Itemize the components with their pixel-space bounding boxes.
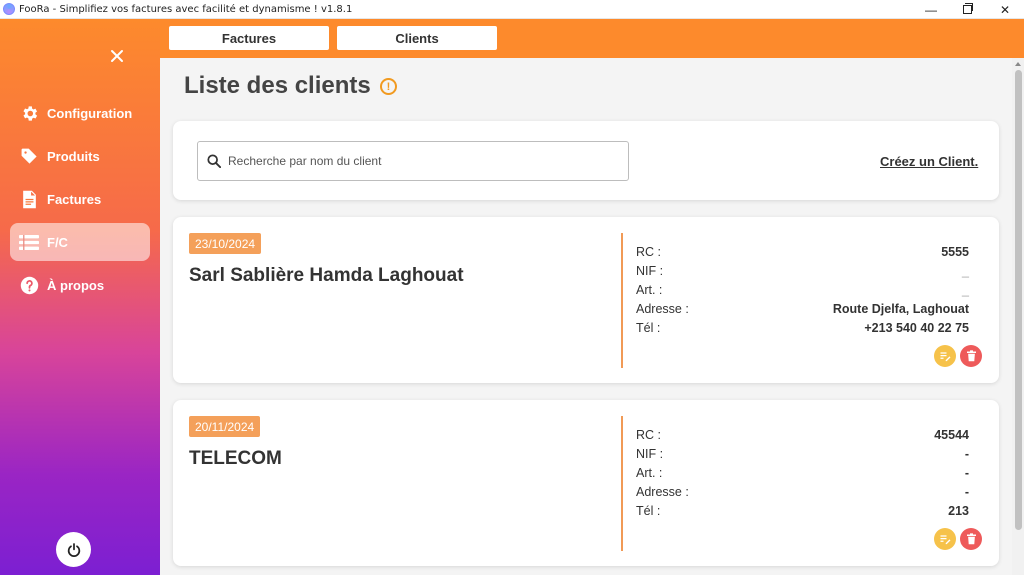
detail-value: 5555	[941, 244, 969, 259]
detail-value: -	[964, 465, 969, 480]
divider	[621, 416, 623, 551]
search-card: Créez un Client.	[173, 121, 999, 200]
detail-value: -	[964, 484, 969, 499]
detail-value: +213 540 40 22 75	[864, 320, 969, 335]
edit-client-button[interactable]	[934, 345, 956, 367]
sidebar-item-configuration[interactable]: Configuration	[10, 94, 150, 132]
sidebar: Configuration Produits Factures F/C À pr…	[0, 19, 160, 575]
minimize-icon: —	[925, 2, 937, 17]
detail-value: -	[964, 446, 969, 461]
minimize-button[interactable]: —	[912, 0, 950, 19]
detail-row-nif: NIF : -	[636, 444, 969, 463]
detail-row-adresse: Adresse : -	[636, 482, 969, 501]
detail-label: Tél :	[636, 503, 661, 518]
sidebar-item-produits[interactable]: Produits	[10, 137, 150, 175]
info-icon[interactable]: !	[380, 78, 397, 95]
power-icon	[67, 542, 80, 557]
client-card: 23/10/2024 Sarl Sablière Hamda Laghouat …	[173, 217, 999, 383]
search-icon	[207, 153, 223, 169]
sidebar-item-label: F/C	[47, 234, 68, 250]
trash-icon	[966, 350, 976, 362]
window-title: FooRa - Simplifiez vos factures avec fac…	[19, 3, 353, 15]
detail-row-art: Art. : -	[636, 463, 969, 482]
app-logo-icon	[3, 3, 15, 15]
sidebar-item-label: À propos	[47, 277, 105, 293]
scroll-thumb[interactable]	[1015, 70, 1022, 530]
tab-clients[interactable]: Clients	[337, 26, 497, 50]
search-box	[197, 141, 629, 181]
document-icon	[19, 189, 39, 209]
sidebar-item-label: Produits	[47, 148, 100, 164]
detail-label: RC :	[636, 244, 661, 259]
edit-client-button[interactable]	[934, 528, 956, 550]
sidebar-item-label: Configuration	[47, 105, 133, 121]
window-title-bar: FooRa - Simplifiez vos factures avec fac…	[0, 0, 1024, 19]
scrollbar[interactable]	[1012, 58, 1024, 575]
detail-value: 213	[948, 503, 969, 518]
client-actions	[934, 345, 982, 367]
detail-row-tel: Tél : 213	[636, 501, 969, 520]
detail-value: _	[962, 263, 969, 278]
detail-row-adresse: Adresse : Route Djelfa, Laghouat	[636, 299, 969, 318]
detail-row-rc: RC : 5555	[636, 242, 969, 261]
detail-row-rc: RC : 45544	[636, 425, 969, 444]
detail-label: Tél :	[636, 320, 661, 335]
detail-value: _	[962, 282, 969, 297]
date-badge: 23/10/2024	[189, 233, 262, 254]
search-input[interactable]	[228, 154, 618, 168]
question-icon	[19, 275, 39, 295]
client-name: TELECOM	[189, 448, 282, 469]
detail-row-nif: NIF : _	[636, 261, 969, 280]
tag-icon	[19, 146, 39, 166]
delete-client-button[interactable]	[960, 528, 982, 550]
top-navigation: Factures Clients	[160, 19, 1024, 58]
close-icon	[111, 50, 123, 62]
detail-label: Art. :	[636, 465, 663, 480]
client-details: RC : 5555 NIF : _ Art. : _ Adresse : Route D…	[636, 242, 969, 337]
delete-client-button[interactable]	[960, 345, 982, 367]
create-client-link[interactable]: Créez un Client.	[880, 154, 978, 169]
edit-icon	[940, 352, 951, 362]
sidebar-item-fc[interactable]: F/C	[10, 223, 150, 261]
detail-label: Adresse :	[636, 484, 689, 499]
client-card: 20/11/2024 TELECOM RC : 45544 NIF : - Art.…	[173, 400, 999, 566]
detail-row-art: Art. : _	[636, 280, 969, 299]
power-button[interactable]	[56, 532, 91, 567]
client-details: RC : 45544 NIF : - Art. : - Adresse : - Tél …	[636, 425, 969, 520]
sidebar-item-a-propos[interactable]: À propos	[10, 266, 150, 304]
detail-label: RC :	[636, 427, 661, 442]
edit-icon	[940, 535, 951, 545]
sidebar-close-button[interactable]	[106, 45, 128, 67]
sidebar-item-label: Factures	[47, 191, 102, 207]
detail-label: NIF :	[636, 263, 664, 278]
maximize-button[interactable]	[948, 0, 986, 19]
tab-factures[interactable]: Factures	[169, 26, 329, 50]
client-actions	[934, 528, 982, 550]
sidebar-item-factures[interactable]: Factures	[10, 180, 150, 218]
date-badge: 20/11/2024	[189, 416, 261, 437]
client-name: Sarl Sablière Hamda Laghouat	[189, 265, 464, 286]
detail-label: Adresse :	[636, 301, 689, 316]
scroll-up-arrow-icon[interactable]	[1015, 62, 1021, 66]
main-content: Liste des clients ! Créez un Client. 23/…	[160, 58, 1012, 575]
close-window-button[interactable]: ✕	[986, 0, 1024, 19]
divider	[621, 233, 623, 368]
detail-value: 45544	[934, 427, 969, 442]
detail-label: Art. :	[636, 282, 663, 297]
trash-icon	[966, 533, 976, 545]
detail-value: Route Djelfa, Laghouat	[832, 301, 969, 316]
close-icon: ✕	[999, 2, 1011, 17]
restore-icon	[962, 3, 973, 14]
list-icon	[19, 232, 39, 252]
gear-icon	[19, 103, 39, 123]
detail-row-tel: Tél : +213 540 40 22 75	[636, 318, 969, 337]
page-title: Liste des clients	[184, 72, 371, 99]
detail-label: NIF :	[636, 446, 664, 461]
